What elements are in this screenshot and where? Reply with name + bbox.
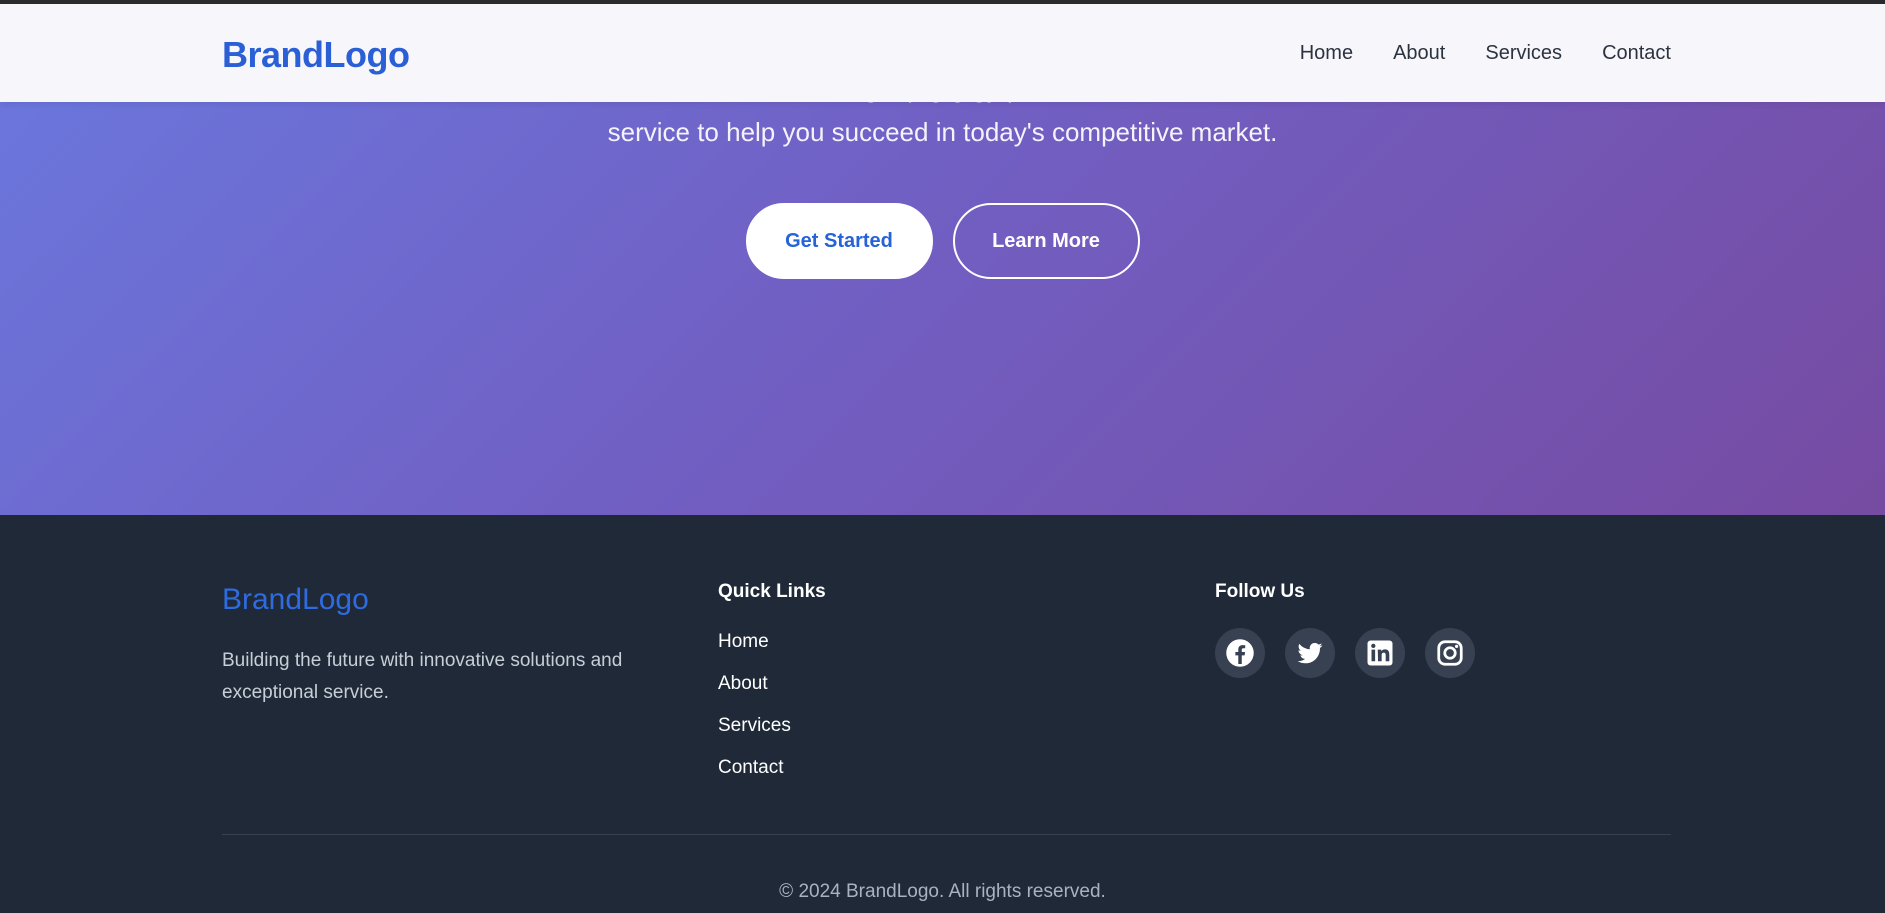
navbar: BrandLogo Home About Services Contact — [0, 0, 1885, 102]
nav-link-services[interactable]: Services — [1485, 42, 1562, 65]
follow-us-heading: Follow Us — [1215, 581, 1305, 602]
brand-logo[interactable]: BrandLogo — [222, 34, 410, 76]
nav-link-home[interactable]: Home — [1300, 42, 1353, 65]
quick-links-heading: Quick Links — [718, 581, 826, 602]
footer-brand-logo: BrandLogo — [222, 583, 369, 616]
nav-links: Home About Services Contact — [1300, 42, 1671, 65]
copyright-text: © 2024 BrandLogo. All rights reserved. — [779, 881, 1106, 902]
instagram-icon[interactable] — [1425, 628, 1475, 678]
list-item: About — [718, 673, 791, 715]
list-item: Home — [718, 631, 791, 673]
hero-buttons: Get Started Learn More — [0, 203, 1885, 279]
facebook-icon[interactable] — [1215, 628, 1265, 678]
footer: BrandLogo Building the future with innov… — [0, 515, 1885, 913]
footer-link-services[interactable]: Services — [718, 715, 791, 736]
linkedin-icon[interactable] — [1355, 628, 1405, 678]
list-item: Contact — [718, 757, 791, 799]
footer-link-contact[interactable]: Contact — [718, 757, 783, 778]
list-item: Services — [718, 715, 791, 757]
get-started-button[interactable]: Get Started — [745, 203, 933, 279]
nav-link-contact[interactable]: Contact — [1602, 42, 1671, 65]
footer-divider — [222, 834, 1671, 835]
nav-link-about[interactable]: About — [1393, 42, 1445, 65]
quick-links-list: Home About Services Contact — [718, 631, 791, 799]
twitter-icon[interactable] — [1285, 628, 1335, 678]
footer-link-home[interactable]: Home — [718, 631, 769, 652]
learn-more-button[interactable]: Learn More — [952, 203, 1140, 279]
footer-link-about[interactable]: About — [718, 673, 768, 694]
hero-description: service to help you succeed in today's c… — [607, 117, 1278, 147]
footer-description: Building the future with innovative solu… — [222, 650, 623, 703]
social-links — [1215, 628, 1475, 678]
